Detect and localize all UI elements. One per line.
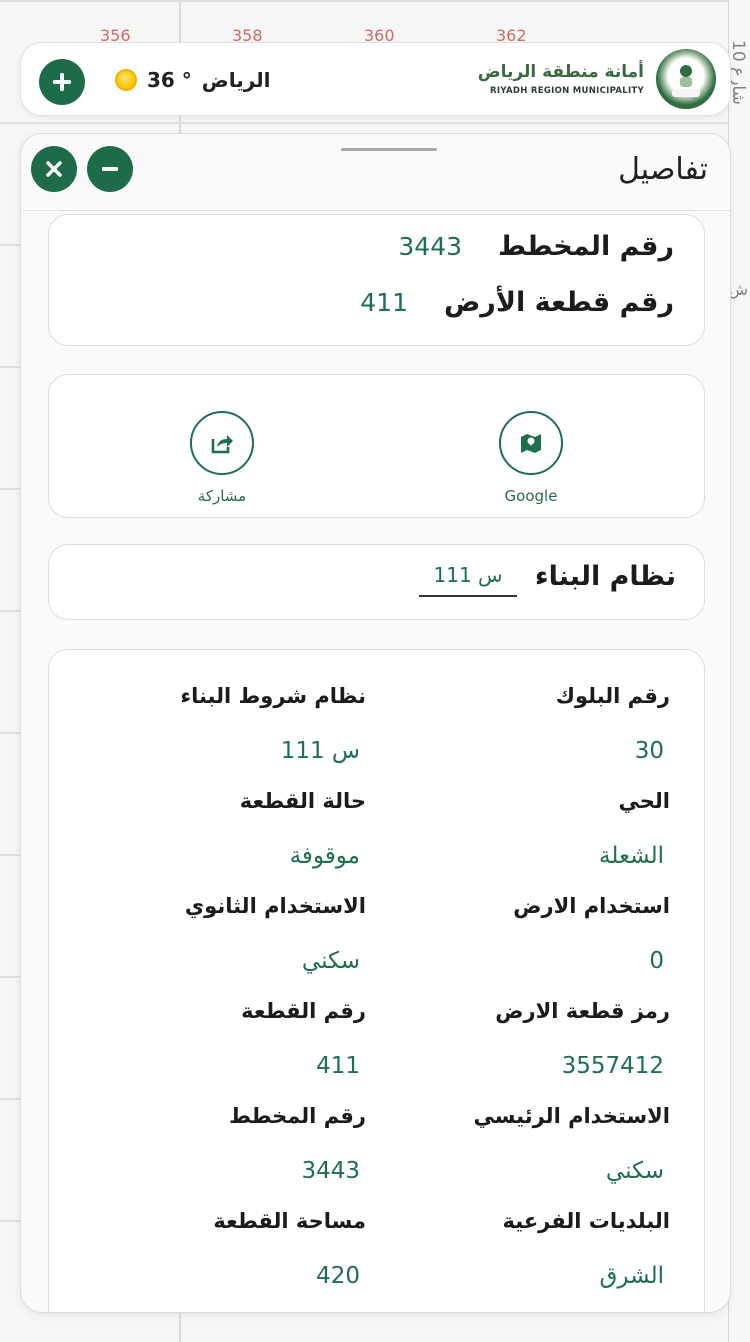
detail-building-conditions: نظام شروط البناء س 111 [106,684,366,764]
share-icon [211,435,233,454]
header-bar: 36 ° الرياض أمانة منطقة الرياض RIYADH RE… [20,42,731,116]
detail-parcel-number: رقم القطعة 411 [106,999,366,1079]
city-name: الرياض [201,68,271,92]
close-icon [46,161,62,177]
detail-sub-municipality: البلديات الفرعية الشرق [410,1209,670,1289]
detail-parcel-area: مساحة القطعة 420 [106,1209,366,1289]
building-system-label: نظام البناء [534,561,676,592]
logo-arabic-text: أمانة منطقة الرياض [477,62,644,82]
detail-value: الشرق [599,1263,664,1289]
map-street-char: ش [728,280,748,299]
parcel-number-value: 411 [360,288,408,317]
detail-label: نظام شروط البناء [180,684,366,708]
building-system-select[interactable]: س 111 [419,563,517,597]
detail-label: البلديات الفرعية [502,1209,670,1233]
detail-value: سكني [301,948,360,974]
map-street-label: شارع 10 [728,40,748,105]
parcel-number-row: رقم قطعة الأرض 411 [360,287,674,318]
detail-label: استخدام الارض [513,894,670,918]
minimize-button[interactable] [87,146,133,192]
zoom-in-button[interactable] [39,59,85,105]
detail-label: الاستخدام الثانوي [184,894,366,918]
detail-value: سكني [605,1158,664,1184]
detail-plan-number: رقم المخطط 3443 [106,1104,366,1184]
plan-number-row: رقم المخطط 3443 [398,231,674,262]
detail-label: رقم البلوك [555,684,670,708]
detail-label: حالة القطعة [239,789,366,813]
detail-land-use: استخدام الارض 0 [410,894,670,974]
detail-value: 3443 [301,1158,360,1184]
detail-value: 30 [634,738,664,764]
detail-label: الاستخدام الرئيسي [473,1104,670,1128]
detail-value: س 111 [280,738,360,764]
detail-value: 420 [316,1263,360,1289]
detail-district: الحي الشعلة [410,789,670,869]
google-label: Google [504,487,558,505]
detail-value: موقوفة [289,843,360,869]
close-button[interactable] [31,146,77,192]
summary-card: رقم المخطط 3443 رقم قطعة الأرض 411 [48,214,705,346]
detail-label: رقم المخطط [229,1104,366,1128]
building-system-card: نظام البناء س 111 [48,544,705,620]
divider [21,210,730,211]
map-right-edge [728,0,750,1342]
detail-label: رقم القطعة [241,999,366,1023]
map-icon [521,434,541,453]
plan-number-label: رقم المخطط [498,231,674,262]
detail-value: 411 [316,1053,360,1079]
temperature: 36 ° [147,68,192,92]
details-card: رقم البلوك 30 نظام شروط البناء س 111 الح… [48,649,705,1312]
plan-number-value: 3443 [398,232,463,261]
sun-icon [115,69,137,91]
minus-icon [102,167,118,171]
panel-title: تفاصيل [618,152,708,187]
municipality-logo: أمانة منطقة الرياض RIYADH REGION MUNICIP… [478,49,716,109]
plus-icon [53,73,71,91]
google-maps-button[interactable]: Google [491,411,571,505]
share-button[interactable]: مشاركة [182,411,262,505]
detail-parcel-code: رمز قطعة الارض 3557412 [410,999,670,1079]
weather-widget: 36 ° الرياض [115,65,271,95]
detail-parcel-status: حالة القطعة موقوفة [106,789,366,869]
detail-label: مساحة القطعة [213,1209,366,1233]
detail-block-number: رقم البلوك 30 [410,684,670,764]
logo-emblem-icon [656,49,716,109]
details-panel: تفاصيل رقم المخطط 3443 رقم قطعة الأرض 41… [20,133,731,1313]
detail-label: الحي [618,789,670,813]
detail-main-use: الاستخدام الرئيسي سكني [410,1104,670,1184]
share-label: مشاركة [197,487,247,505]
detail-secondary-use: الاستخدام الثانوي سكني [106,894,366,974]
detail-value: 0 [649,948,664,974]
drag-handle[interactable] [341,148,437,151]
parcel-number-label: رقم قطعة الأرض [443,287,674,318]
detail-label: رمز قطعة الارض [495,999,670,1023]
actions-card: Google مشاركة [48,374,705,518]
logo-english-text: RIYADH REGION MUNICIPALITY [490,86,644,96]
detail-value: 3557412 [561,1053,664,1079]
detail-value: الشعلة [599,843,664,869]
